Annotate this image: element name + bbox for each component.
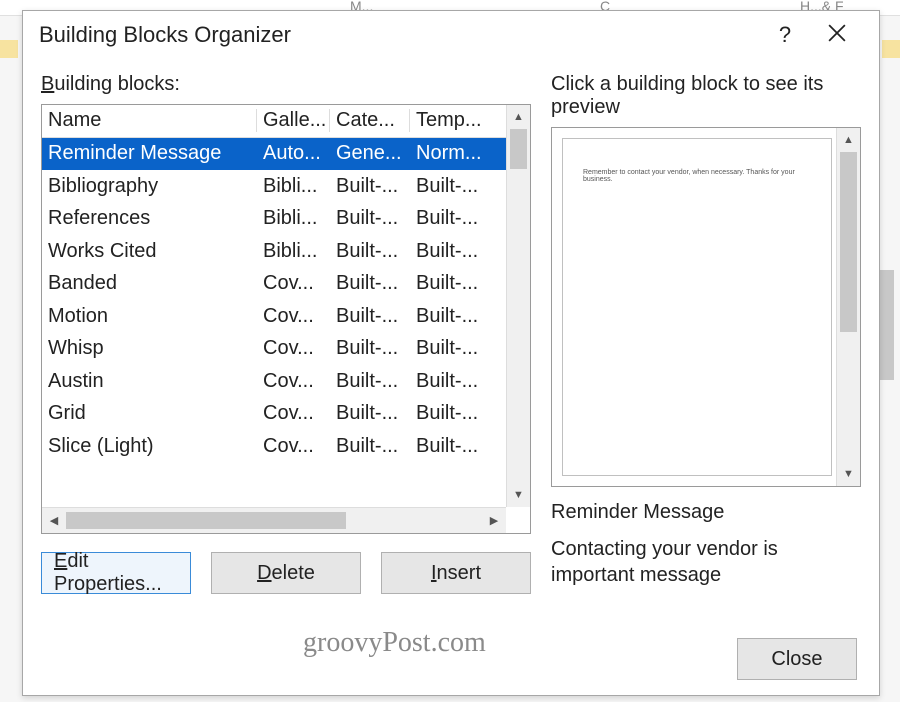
list-row[interactable]: ReferencesBibli...Built-...Built-... xyxy=(42,203,530,236)
preview-scroll-down-icon[interactable]: ▼ xyxy=(837,462,860,486)
list-header: Name Galle... Cate... Temp... xyxy=(42,105,530,138)
building-blocks-list[interactable]: Name Galle... Cate... Temp... Reminder M… xyxy=(41,104,531,534)
close-x-button[interactable] xyxy=(811,15,863,55)
vscroll-track[interactable] xyxy=(507,129,530,483)
cell-name: Motion xyxy=(42,305,257,328)
titlebar: Building Blocks Organizer ? xyxy=(23,11,879,59)
col-header-name[interactable]: Name xyxy=(42,109,257,132)
cell-name: Whisp xyxy=(42,337,257,360)
close-button[interactable]: Close xyxy=(737,638,857,680)
scroll-right-icon[interactable]: ▶ xyxy=(482,508,506,533)
list-row[interactable]: BandedCov...Built-...Built-... xyxy=(42,268,530,301)
cell-category: Built-... xyxy=(330,207,410,230)
cell-name: Reminder Message xyxy=(42,142,257,165)
scroll-left-icon[interactable]: ◀ xyxy=(42,508,66,533)
cell-category: Built-... xyxy=(330,402,410,425)
list-row[interactable]: AustinCov...Built-...Built-... xyxy=(42,365,530,398)
close-icon xyxy=(828,22,846,48)
cell-gallery: Cov... xyxy=(257,305,330,328)
col-header-category[interactable]: Cate... xyxy=(330,109,410,132)
preview-page: Remember to contact your vendor, when ne… xyxy=(562,138,832,476)
right-pane: Click a building block to see its previe… xyxy=(551,63,861,623)
scroll-up-icon[interactable]: ▲ xyxy=(507,105,530,129)
cell-gallery: Cov... xyxy=(257,337,330,360)
cell-name: Austin xyxy=(42,370,257,393)
preview-vscroll-track[interactable] xyxy=(837,152,860,462)
building-blocks-organizer-dialog: Building Blocks Organizer ? Building blo… xyxy=(22,10,880,696)
list-rows-area: Reminder MessageAuto...Gene...Norm...Bib… xyxy=(42,138,530,534)
list-vertical-scrollbar[interactable]: ▲ ▼ xyxy=(506,105,530,507)
preview-label: Click a building block to see its previe… xyxy=(551,73,861,119)
list-row[interactable]: Works CitedBibli...Built-...Built-... xyxy=(42,235,530,268)
cell-category: Gene... xyxy=(330,142,410,165)
watermark: groovyPost.com xyxy=(303,627,486,659)
cell-gallery: Bibli... xyxy=(257,175,330,198)
cell-gallery: Cov... xyxy=(257,402,330,425)
cell-gallery: Auto... xyxy=(257,142,330,165)
bg-scrollbar xyxy=(880,270,894,380)
left-button-row: Edit Properties... Delete Insert xyxy=(41,552,531,594)
preview-vertical-scrollbar[interactable]: ▲ ▼ xyxy=(836,128,860,486)
hscroll-thumb[interactable] xyxy=(66,512,346,529)
edit-properties-button[interactable]: Edit Properties... xyxy=(41,552,191,594)
insert-button[interactable]: Insert xyxy=(381,552,531,594)
cell-gallery: Cov... xyxy=(257,370,330,393)
cell-category: Built-... xyxy=(330,305,410,328)
dialog-title: Building Blocks Organizer xyxy=(39,22,759,48)
vscroll-thumb[interactable] xyxy=(510,129,527,169)
cell-name: References xyxy=(42,207,257,230)
delete-button[interactable]: Delete xyxy=(211,552,361,594)
preview-scroll-up-icon[interactable]: ▲ xyxy=(837,128,860,152)
col-header-gallery[interactable]: Galle... xyxy=(257,109,330,132)
building-blocks-label: Building blocks: xyxy=(41,73,531,96)
help-button[interactable]: ? xyxy=(759,15,811,55)
list-row[interactable]: Slice (Light)Cov...Built-...Built-... xyxy=(42,430,530,463)
help-icon: ? xyxy=(779,22,791,48)
cell-name: Banded xyxy=(42,272,257,295)
cell-category: Built-... xyxy=(330,337,410,360)
cell-gallery: Cov... xyxy=(257,272,330,295)
cell-category: Built-... xyxy=(330,370,410,393)
cell-category: Built-... xyxy=(330,240,410,263)
list-row[interactable]: GridCov...Built-...Built-... xyxy=(42,398,530,431)
preview-name: Reminder Message xyxy=(551,501,861,524)
list-row[interactable]: Reminder MessageAuto...Gene...Norm... xyxy=(42,138,530,171)
list-row[interactable]: WhispCov...Built-...Built-... xyxy=(42,333,530,366)
hscroll-track[interactable] xyxy=(66,508,482,533)
bg-yellow-left xyxy=(0,40,18,58)
list-horizontal-scrollbar[interactable]: ◀ ▶ xyxy=(42,507,506,533)
preview-page-text: Remember to contact your vendor, when ne… xyxy=(583,169,811,183)
scroll-down-icon[interactable]: ▼ xyxy=(507,483,530,507)
list-row[interactable]: MotionCov...Built-...Built-... xyxy=(42,300,530,333)
cell-category: Built-... xyxy=(330,272,410,295)
cell-gallery: Cov... xyxy=(257,435,330,458)
cell-gallery: Bibli... xyxy=(257,240,330,263)
preview-description: Contacting your vendor is important mess… xyxy=(551,536,861,588)
cell-name: Slice (Light) xyxy=(42,435,257,458)
preview-box: Remember to contact your vendor, when ne… xyxy=(551,127,861,487)
cell-category: Built-... xyxy=(330,435,410,458)
cell-category: Built-... xyxy=(330,175,410,198)
cell-name: Grid xyxy=(42,402,257,425)
bg-yellow-right xyxy=(882,40,900,58)
left-pane: Building blocks: Name Galle... Cate... T… xyxy=(41,63,531,623)
cell-gallery: Bibli... xyxy=(257,207,330,230)
preview-vscroll-thumb[interactable] xyxy=(840,152,857,332)
cell-name: Bibliography xyxy=(42,175,257,198)
list-row[interactable]: BibliographyBibli...Built-...Built-... xyxy=(42,170,530,203)
cell-name: Works Cited xyxy=(42,240,257,263)
